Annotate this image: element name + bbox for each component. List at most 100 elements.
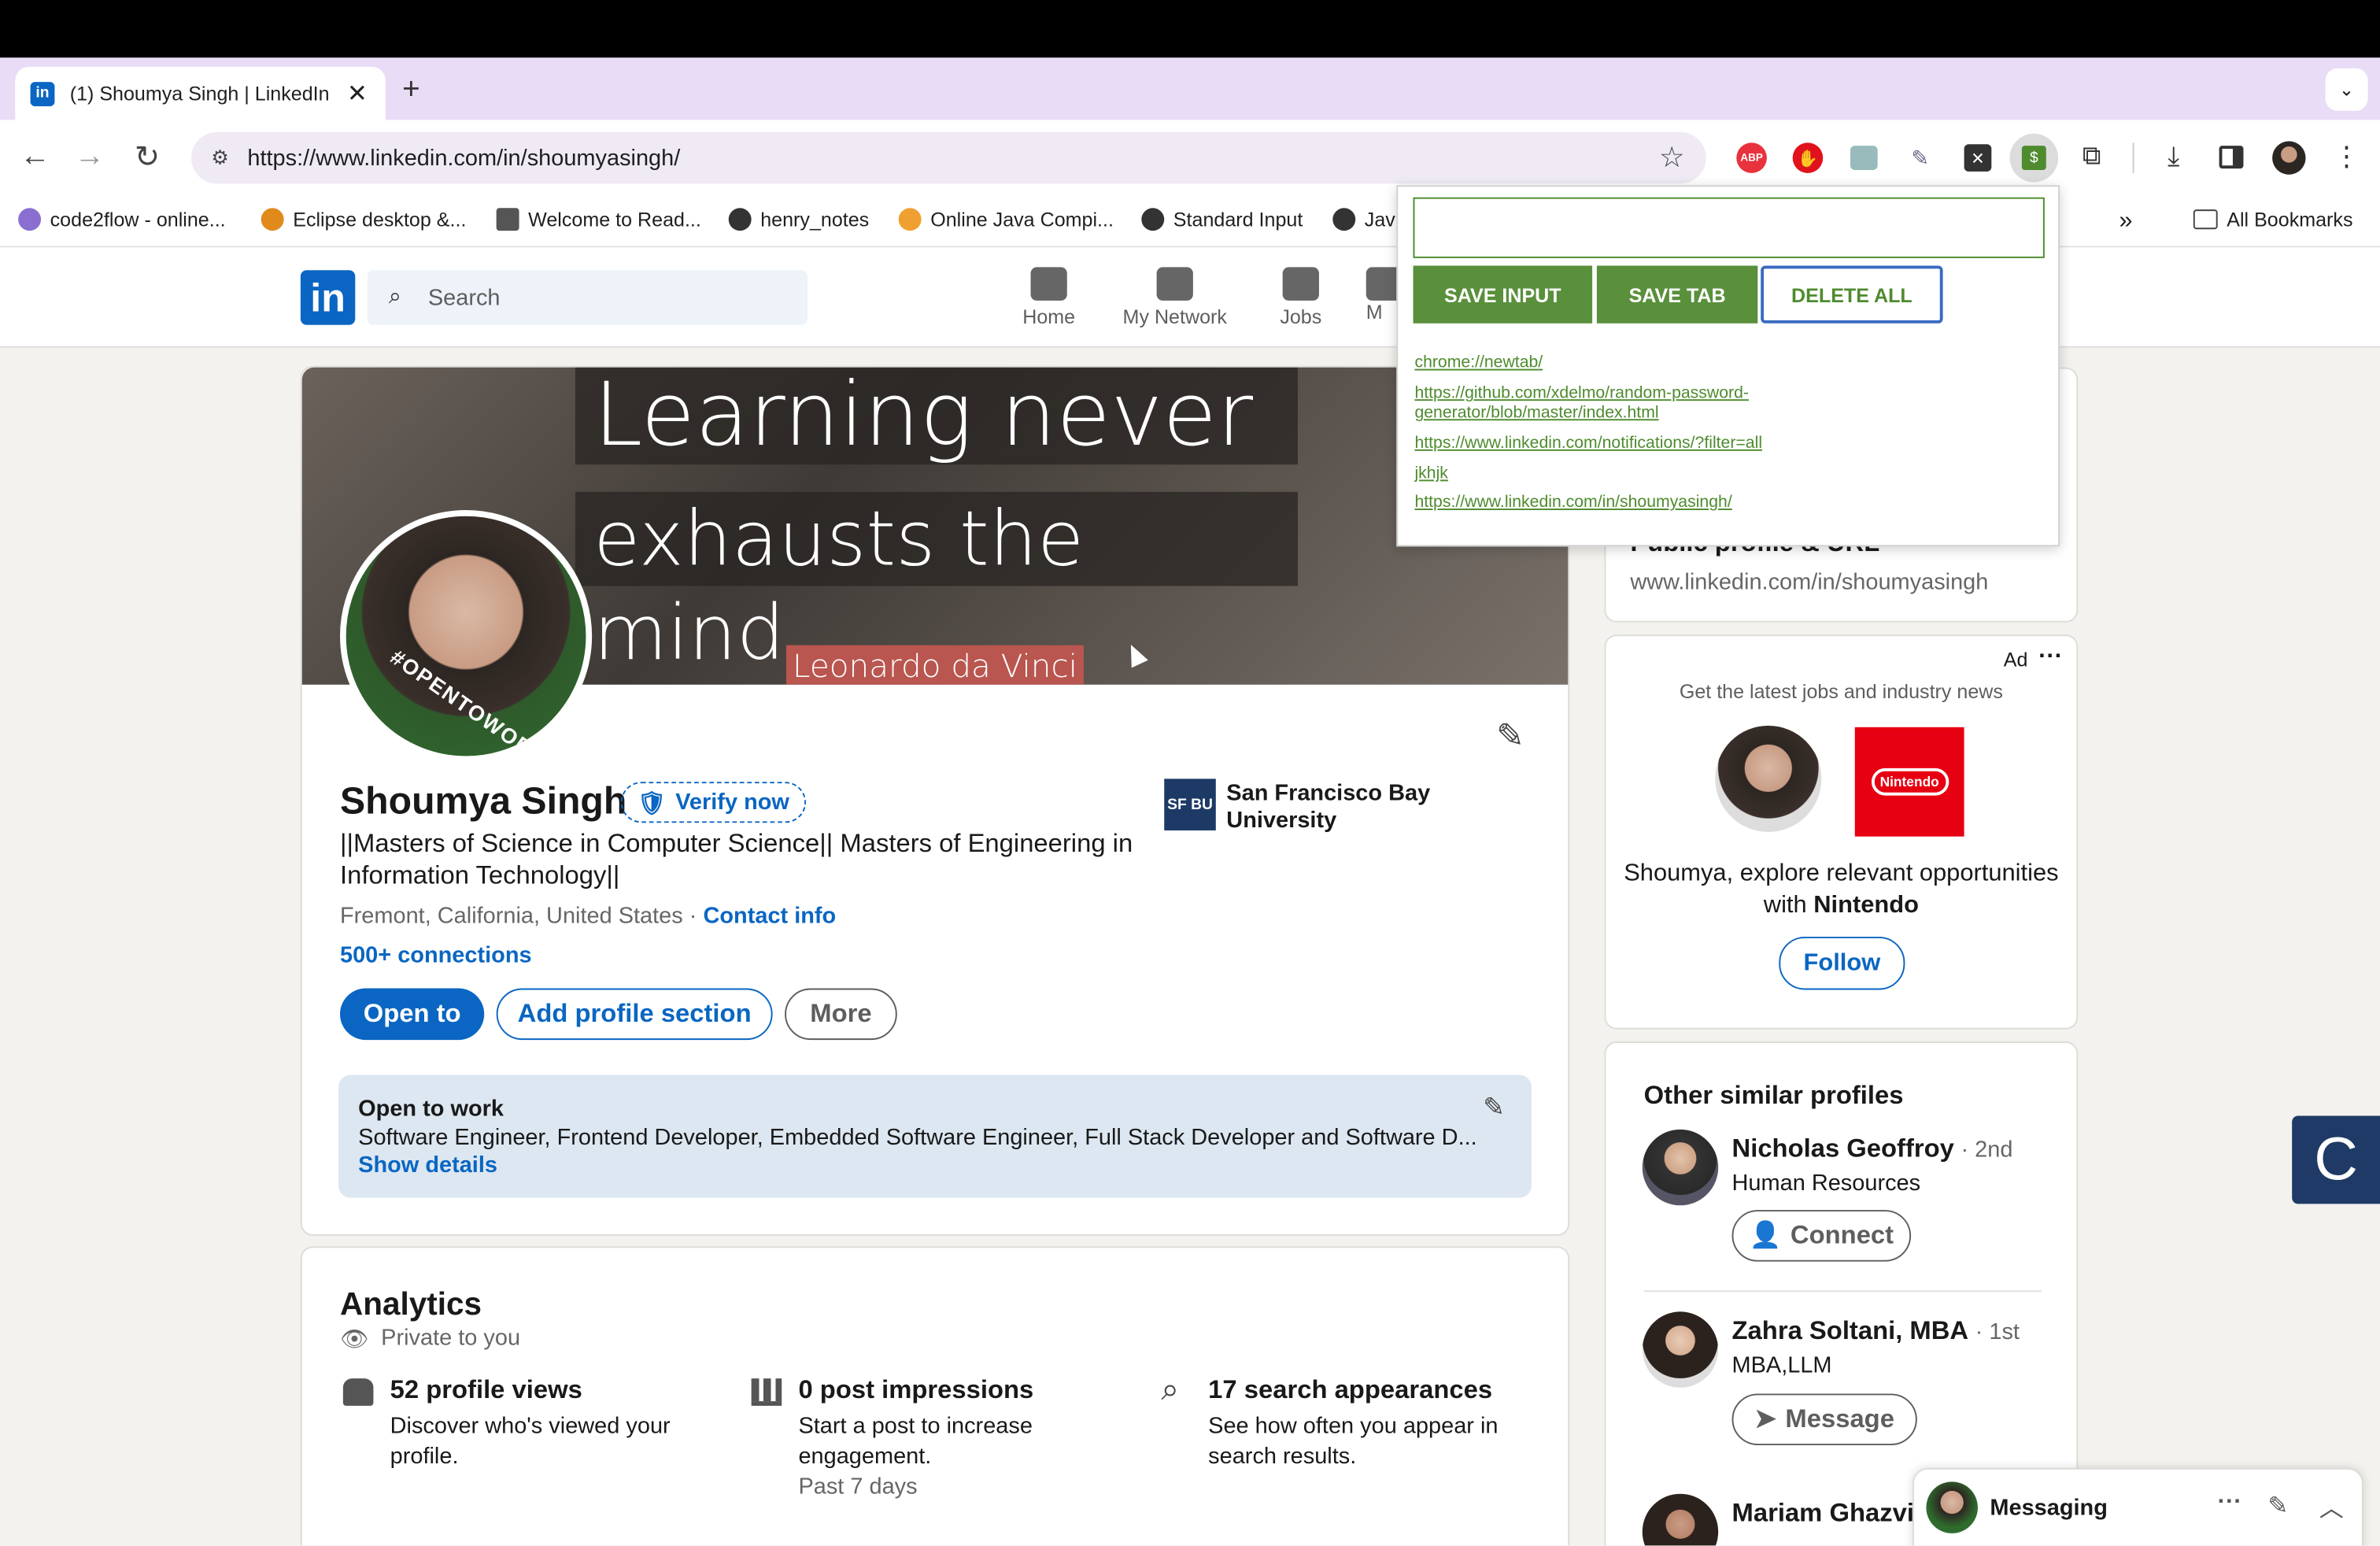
ad-text: Shoumya, explore relevant opportunities …: [1624, 860, 2059, 919]
bookmark-item[interactable]: Welcome to Read...: [496, 208, 701, 231]
nintendo-logo[interactable]: Nintendo: [1854, 727, 1964, 837]
new-tab-button[interactable]: +: [402, 73, 420, 108]
side-panel-icon[interactable]: [2219, 146, 2244, 169]
add-profile-section-button[interactable]: Add profile section: [496, 988, 773, 1041]
open-to-button[interactable]: Open to: [340, 988, 485, 1041]
browser-tab[interactable]: in (1) Shoumya Singh | LinkedIn ✕: [15, 66, 386, 120]
search-icon: ⌕: [1161, 1372, 1180, 1407]
save-tab-button[interactable]: SAVE TAB: [1596, 265, 1758, 324]
site-info-icon[interactable]: ⚙: [206, 144, 234, 172]
nav-home[interactable]: Home: [989, 267, 1110, 328]
saved-link[interactable]: jkhjk: [1414, 464, 1839, 484]
saved-link[interactable]: https://www.linkedin.com/in/shoumyasingh…: [1414, 494, 1839, 513]
dollar-extension-icon: $: [2021, 146, 2046, 171]
open-to-work-box: Open to work Software Engineer, Frontend…: [338, 1074, 1532, 1198]
briefcase-icon: [1282, 267, 1319, 301]
bookmark-item[interactable]: code2flow - online...: [18, 208, 226, 231]
profile-photo[interactable]: #OPENTOWORK: [340, 510, 593, 763]
url-text: https://www.linkedin.com/in/shoumyasingh…: [247, 145, 681, 171]
profile-headline: ||Masters of Science in Computer Science…: [340, 829, 1133, 890]
search-input[interactable]: ⌕ Search: [367, 270, 808, 325]
similar-profile-row[interactable]: Zahra Soltani, MBA · 1st: [1732, 1316, 2020, 1347]
active-extension-button[interactable]: $: [2009, 133, 2059, 183]
all-bookmarks-button[interactable]: All Bookmarks: [2193, 208, 2352, 231]
close-tab-icon[interactable]: ✕: [347, 79, 368, 109]
ublock-icon[interactable]: ✋: [1792, 142, 1824, 173]
address-bar[interactable]: ⚙ https://www.linkedin.com/in/shoumyasin…: [191, 131, 1706, 184]
show-details-link[interactable]: Show details: [358, 1152, 497, 1178]
school-name[interactable]: San Francisco Bay University: [1226, 780, 1469, 834]
similar-avatar[interactable]: [1642, 1129, 1719, 1206]
eyedropper-extension-icon[interactable]: ✎: [1906, 144, 1934, 172]
analytic-profile-views[interactable]: 52 profile views Discover who's viewed y…: [342, 1375, 693, 1472]
tab-search-chevron-icon[interactable]: ⌄: [2325, 68, 2368, 111]
school-logo[interactable]: SF BU: [1164, 779, 1216, 830]
saved-link[interactable]: https://github.com/xdelmo/random-passwor…: [1414, 384, 1809, 423]
online-java-icon: [898, 208, 922, 231]
eye-icon: 👁: [340, 1326, 369, 1353]
reload-icon[interactable]: ↻: [131, 139, 164, 173]
screenshot-extension-icon[interactable]: [1850, 146, 1878, 171]
messaging-bar[interactable]: Messaging ··· ✎ ︿: [1913, 1467, 2363, 1546]
message-button[interactable]: ➤ Message: [1731, 1393, 1917, 1446]
bookmarks-overflow-button[interactable]: »: [2119, 208, 2132, 235]
nav-messaging[interactable]: M: [1366, 267, 1403, 324]
contact-info-link[interactable]: Contact info: [703, 904, 836, 930]
connect-button[interactable]: 👤 Connect: [1731, 1210, 1912, 1262]
ad-tagline: Get the latest jobs and industry news: [1679, 680, 2003, 703]
bookmark-item[interactable]: Online Java Compi...: [898, 208, 1114, 231]
similar-name[interactable]: Mariam Ghazvir: [1732, 1499, 1924, 1529]
bookmark-item[interactable]: Standard Input: [1141, 208, 1303, 231]
back-icon[interactable]: ←: [18, 139, 51, 172]
code2flow-icon: [18, 208, 42, 231]
public-profile-url[interactable]: www.linkedin.com/in/shoumyasingh: [1630, 569, 1988, 595]
edit-otw-pencil-icon[interactable]: ✎: [1483, 1093, 1504, 1124]
adblock-plus-icon[interactable]: ABP: [1736, 142, 1767, 173]
similar-profile-row[interactable]: Nicholas Geoffroy · 2nd: [1732, 1134, 2013, 1165]
similar-avatar[interactable]: [1642, 1311, 1719, 1388]
bookmark-item[interactable]: henry_notes: [728, 208, 869, 231]
compose-icon[interactable]: ✎: [2267, 1491, 2288, 1522]
similar-profiles-title: Other similar profiles: [1643, 1081, 1904, 1110]
bookmark-item[interactable]: Eclipse desktop &...: [261, 208, 466, 231]
profile-location-row: Fremont, California, United States · Con…: [340, 903, 837, 930]
save-input-button[interactable]: SAVE INPUT: [1413, 265, 1593, 324]
forward-icon[interactable]: →: [73, 139, 106, 172]
similar-role: MBA,LLM: [1731, 1352, 1832, 1379]
more-button[interactable]: More: [785, 988, 897, 1041]
delete-all-button[interactable]: DELETE ALL: [1761, 265, 1943, 324]
profile-avatar-icon[interactable]: [2272, 141, 2306, 175]
ad-options-icon[interactable]: ···: [2038, 644, 2063, 671]
menu-kebab-icon[interactable]: ⋮: [2331, 139, 2362, 172]
bookmark-star-icon[interactable]: ☆: [1659, 141, 1685, 176]
globe-icon: [728, 208, 752, 231]
nav-my-network[interactable]: My Network: [1114, 267, 1236, 328]
chevron-up-icon[interactable]: ︿: [2319, 1488, 2344, 1524]
connections-link[interactable]: 500+ connections: [340, 943, 532, 969]
bookmark-item[interactable]: Jav: [1332, 208, 1395, 231]
analytic-post-impressions[interactable]: 0 post impressions Start a post to incre…: [751, 1375, 1101, 1500]
follow-button[interactable]: Follow: [1779, 936, 1905, 990]
popup-text-input[interactable]: [1413, 197, 2045, 258]
os-menu-bar: [0, 0, 2380, 58]
folder-icon: [2193, 209, 2218, 230]
saved-link[interactable]: chrome://newtab/: [1414, 353, 1839, 373]
analytic-search-appearances[interactable]: ⌕ 17 search appearances See how often yo…: [1161, 1372, 1525, 1472]
profile-name: Shoumya Singh: [340, 780, 627, 823]
saved-link[interactable]: https://www.linkedin.com/notifications/?…: [1414, 435, 1839, 454]
verify-now-button[interactable]: 🛡 Verify now: [620, 782, 807, 823]
messaging-avatar: [1926, 1481, 1978, 1533]
toolbar-divider: [2132, 142, 2134, 173]
linkedin-logo[interactable]: in: [300, 270, 356, 325]
send-icon: ➤: [1754, 1404, 1776, 1433]
extension-popup: SAVE INPUT SAVE TAB DELETE ALL chrome://…: [1396, 185, 2060, 547]
messaging-options-icon[interactable]: ···: [2218, 1489, 2242, 1517]
home-icon: [1030, 267, 1067, 301]
download-icon[interactable]: ⤓: [2158, 140, 2189, 172]
nav-jobs[interactable]: Jobs: [1240, 267, 1362, 328]
x-extension-icon[interactable]: ✕: [1964, 144, 1992, 172]
side-widget-c-icon[interactable]: C: [2292, 1115, 2380, 1204]
extensions-puzzle-icon[interactable]: ⧉: [2076, 141, 2107, 172]
edit-pencil-icon[interactable]: ✎: [1491, 716, 1530, 756]
cover-quote-line-2: exhausts the mind.: [575, 491, 1298, 677]
